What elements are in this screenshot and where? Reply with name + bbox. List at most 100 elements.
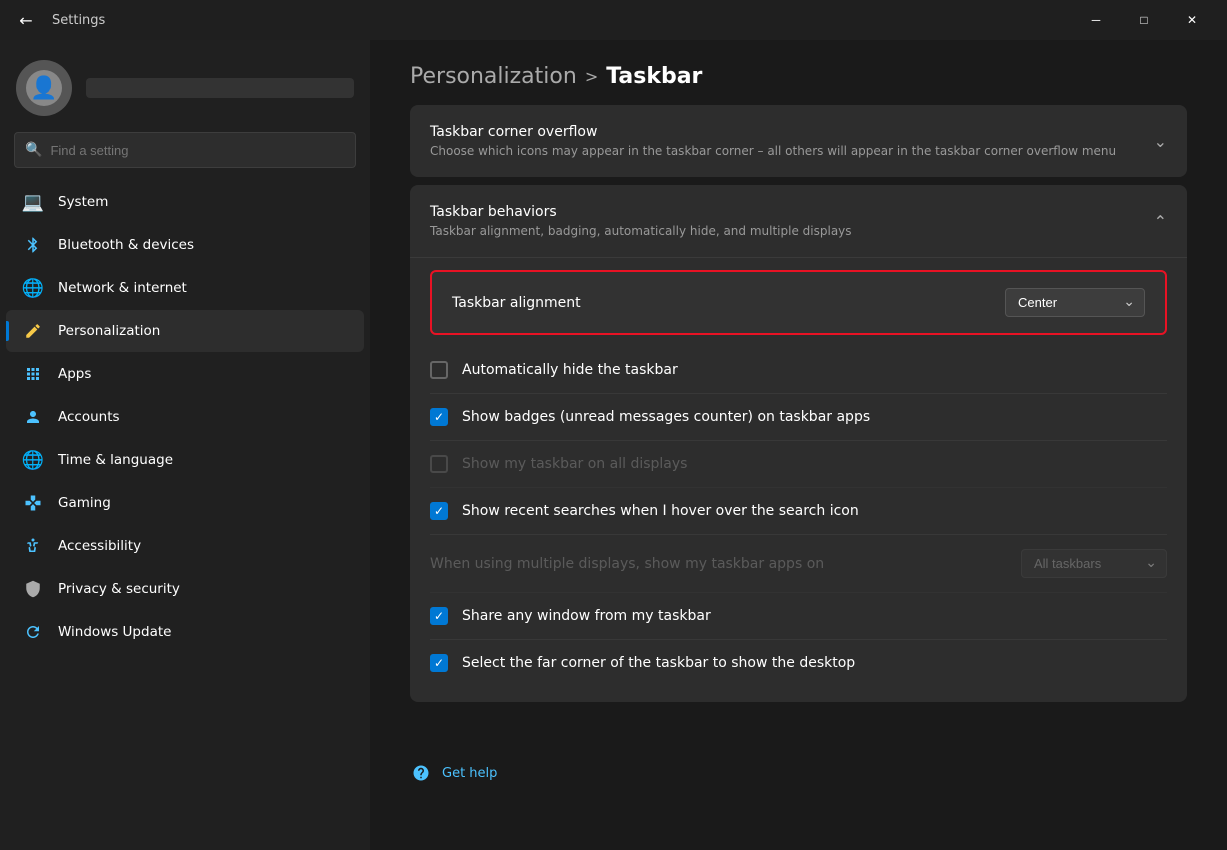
search-box[interactable]: 🔍 [14, 132, 356, 168]
panel-overflow-subtitle: Choose which icons may appear in the tas… [430, 144, 1142, 158]
breadcrumb-parent: Personalization [410, 64, 577, 89]
sidebar-item-label: Personalization [58, 323, 160, 339]
content-area: Personalization > Taskbar Taskbar corner… [370, 40, 1227, 850]
avatar-icon: 👤 [26, 70, 62, 106]
sidebar-item-accessibility[interactable]: Accessibility [6, 525, 364, 567]
get-help-link[interactable]: Get help [410, 762, 1187, 784]
minimize-button[interactable]: ─ [1073, 4, 1119, 36]
checkbox-all-displays[interactable] [430, 455, 448, 473]
footer-links: Get help [370, 746, 1227, 800]
checkbox-row-all-displays: Show my taskbar on all displays [430, 441, 1167, 488]
panel-behaviors-header[interactable]: Taskbar behaviors Taskbar alignment, bad… [410, 185, 1187, 257]
sidebar-item-label: Apps [58, 366, 91, 382]
gaming-icon [22, 492, 44, 514]
breadcrumb-separator: > [585, 67, 598, 86]
sidebar-item-label: Bluetooth & devices [58, 237, 194, 253]
checkbox-show-badges[interactable] [430, 408, 448, 426]
panel-behaviors-subtitle: Taskbar alignment, badging, automaticall… [430, 224, 1142, 238]
sidebar-item-label: System [58, 194, 108, 210]
sidebar-item-time[interactable]: 🌐 Time & language [6, 439, 364, 481]
settings-content: Taskbar corner overflow Choose which ico… [370, 105, 1227, 746]
sidebar: 👤 🔍 💻 System Bluetooth & devices [0, 40, 370, 850]
sidebar-item-label: Windows Update [58, 624, 171, 640]
maximize-button[interactable]: □ [1121, 4, 1167, 36]
sidebar-item-label: Privacy & security [58, 581, 180, 597]
page-header: Personalization > Taskbar [370, 40, 1227, 105]
system-icon: 💻 [22, 191, 44, 213]
checkbox-label-auto-hide: Automatically hide the taskbar [462, 362, 1167, 378]
panel-behaviors-title: Taskbar behaviors [430, 204, 1142, 220]
sidebar-item-apps[interactable]: Apps [6, 353, 364, 395]
get-help-label: Get help [442, 766, 497, 781]
multi-display-select[interactable]: All taskbars Main taskbar only [1021, 549, 1167, 578]
get-help-icon [410, 762, 432, 784]
panel-overflow: Taskbar corner overflow Choose which ico… [410, 105, 1187, 177]
close-button[interactable]: ✕ [1169, 4, 1215, 36]
search-input[interactable] [50, 143, 345, 158]
taskbar-alignment-select-wrapper: Left Center [1005, 288, 1145, 317]
panel-behaviors: Taskbar behaviors Taskbar alignment, bad… [410, 185, 1187, 702]
sidebar-item-accounts[interactable]: Accounts [6, 396, 364, 438]
titlebar-left: ← Settings [12, 6, 105, 34]
checkbox-label-all-displays: Show my taskbar on all displays [462, 456, 1167, 472]
sidebar-item-system[interactable]: 💻 System [6, 181, 364, 223]
sidebar-item-label: Gaming [58, 495, 111, 511]
checkbox-row-show-badges: Show badges (unread messages counter) on… [430, 394, 1167, 441]
panel-overflow-title: Taskbar corner overflow [430, 124, 1142, 140]
sidebar-item-privacy[interactable]: Privacy & security [6, 568, 364, 610]
panel-overflow-header[interactable]: Taskbar corner overflow Choose which ico… [410, 105, 1187, 177]
apps-icon [22, 363, 44, 385]
accessibility-icon [22, 535, 44, 557]
sidebar-nav: 💻 System Bluetooth & devices 🌐 Network &… [0, 180, 370, 654]
panel-behaviors-body: Taskbar alignment Left Center Automatica… [410, 257, 1187, 702]
sidebar-item-gaming[interactable]: Gaming [6, 482, 364, 524]
time-icon: 🌐 [22, 449, 44, 471]
multi-display-row: When using multiple displays, show my ta… [430, 535, 1167, 593]
app-title: Settings [52, 13, 105, 28]
network-icon: 🌐 [22, 277, 44, 299]
checkbox-row-auto-hide: Automatically hide the taskbar [430, 347, 1167, 394]
multi-display-select-wrapper: All taskbars Main taskbar only [1021, 549, 1167, 578]
checkbox-auto-hide[interactable] [430, 361, 448, 379]
windows-update-icon [22, 621, 44, 643]
checkbox-far-corner[interactable] [430, 654, 448, 672]
checkbox-recent-searches[interactable] [430, 502, 448, 520]
search-icon: 🔍 [25, 142, 42, 158]
breadcrumb: Personalization > Taskbar [410, 64, 1187, 89]
breadcrumb-current: Taskbar [606, 64, 702, 89]
sidebar-item-personalization[interactable]: Personalization [6, 310, 364, 352]
sidebar-item-windows-update[interactable]: Windows Update [6, 611, 364, 653]
checkbox-row-recent-searches: Show recent searches when I hover over t… [430, 488, 1167, 535]
multi-display-label: When using multiple displays, show my ta… [430, 556, 1021, 572]
panel-header-left: Taskbar corner overflow Choose which ico… [430, 124, 1142, 158]
checkbox-row-far-corner: Select the far corner of the taskbar to … [430, 640, 1167, 686]
sidebar-item-label: Accounts [58, 409, 120, 425]
sidebar-item-network[interactable]: 🌐 Network & internet [6, 267, 364, 309]
titlebar: ← Settings ─ □ ✕ [0, 0, 1227, 40]
sidebar-item-label: Network & internet [58, 280, 187, 296]
sidebar-item-label: Accessibility [58, 538, 141, 554]
search-container: 🔍 [0, 132, 370, 180]
checkbox-label-far-corner: Select the far corner of the taskbar to … [462, 655, 1167, 671]
checkbox-label-recent-searches: Show recent searches when I hover over t… [462, 503, 1167, 519]
back-button[interactable]: ← [12, 6, 40, 34]
checkbox-share-window[interactable] [430, 607, 448, 625]
sidebar-item-bluetooth[interactable]: Bluetooth & devices [6, 224, 364, 266]
checkbox-label-share-window: Share any window from my taskbar [462, 608, 1167, 624]
bluetooth-icon [22, 234, 44, 256]
main-layout: 👤 🔍 💻 System Bluetooth & devices [0, 40, 1227, 850]
privacy-icon [22, 578, 44, 600]
checkbox-row-share-window: Share any window from my taskbar [430, 593, 1167, 640]
user-section: 👤 [0, 40, 370, 132]
taskbar-alignment-select[interactable]: Left Center [1005, 288, 1145, 317]
user-name-bar [86, 78, 354, 98]
panel-overflow-chevron: ⌄ [1154, 132, 1167, 151]
personalization-icon [22, 320, 44, 342]
panel-header-left: Taskbar behaviors Taskbar alignment, bad… [430, 204, 1142, 238]
window-controls: ─ □ ✕ [1073, 4, 1215, 36]
sidebar-item-label: Time & language [58, 452, 173, 468]
taskbar-alignment-label: Taskbar alignment [452, 295, 581, 311]
checkbox-label-show-badges: Show badges (unread messages counter) on… [462, 409, 1167, 425]
taskbar-alignment-row: Taskbar alignment Left Center [430, 270, 1167, 335]
avatar: 👤 [16, 60, 72, 116]
